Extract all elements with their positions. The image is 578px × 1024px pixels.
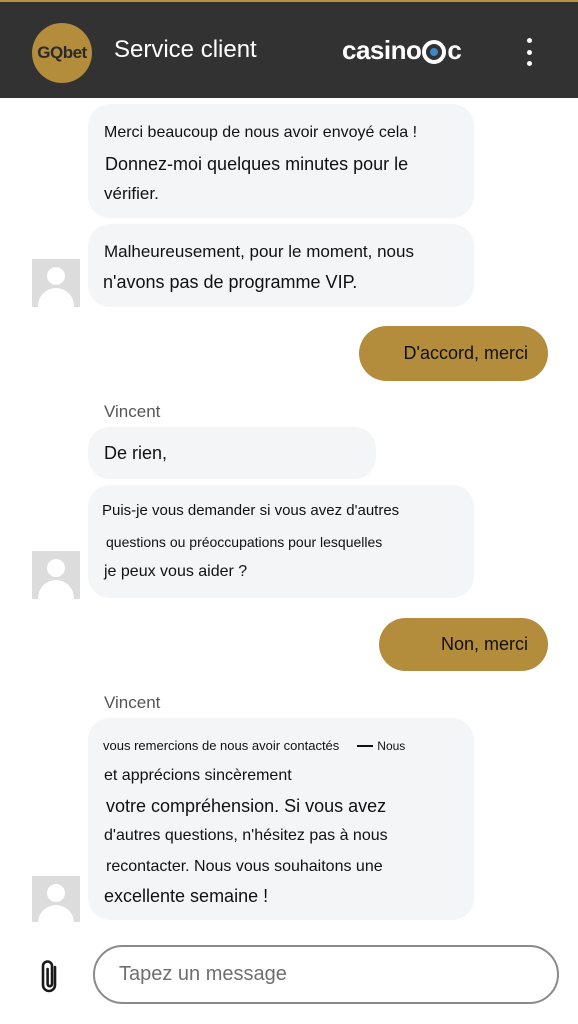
agent-avatar (32, 551, 80, 599)
agent-message-bubble: Puis-je vous demander si vous avez d'aut… (88, 485, 474, 598)
user-message-text: D'accord, merci (403, 343, 528, 363)
header-title: Service client (114, 36, 257, 63)
message-line: recontacter. Nous vous souhaitons une (106, 858, 383, 875)
agent-message-bubble: Malheureusement, pour le moment, nous n'… (88, 224, 474, 307)
agent-avatar (32, 259, 80, 307)
sender-name: Vincent (104, 693, 161, 712)
message-line: De rien, (104, 443, 168, 463)
message-input[interactable] (93, 945, 559, 1004)
message-line: excellente semaine ! (104, 886, 269, 906)
message-line: Merci beaucoup de nous avoir envoyé cela… (104, 124, 418, 141)
agent-message-bubble: Merci beaucoup de nous avoir envoyé cela… (88, 104, 474, 218)
message-line: questions ou préoccupations pour lesquel… (106, 534, 383, 550)
message-line: n'avons pas de programme VIP. (103, 272, 358, 292)
gqbet-logo: GQbet (32, 23, 92, 83)
logo-text: GQbet (37, 43, 87, 62)
message-line: je peux vous aider ? (104, 563, 248, 580)
message-line: vous remercions de nous avoir contactés N… (103, 738, 405, 753)
agent-message-bubble: vous remercions de nous avoir contactés N… (88, 718, 474, 920)
message-fragment: vous remercions de nous avoir contactés (103, 738, 340, 753)
brand-o-icon (422, 39, 447, 64)
message-fragment: Nous (377, 739, 406, 753)
message-line: Malheureusement, pour le moment, nous (104, 242, 414, 261)
message-line: et apprécions sincèrement (104, 767, 292, 784)
message-line: votre compréhension. Si vous avez (106, 796, 387, 816)
chat-header: GQbet Service client casino c (0, 0, 578, 98)
paperclip-icon[interactable] (36, 958, 64, 996)
kebab-menu-icon[interactable] (522, 38, 536, 66)
brand-text-suffix: c (447, 35, 462, 65)
message-line: d'autres questions, n'hésitez pas à nous (104, 827, 388, 844)
casinodoc-brand: casino c (342, 35, 462, 66)
user-message-text: Non, merci (440, 634, 528, 654)
user-message-bubble: Non, merci (379, 618, 548, 671)
sender-name: Vincent (104, 402, 161, 421)
user-message-bubble: D'accord, merci (359, 326, 548, 381)
agent-avatar (32, 876, 80, 922)
agent-message-bubble: De rien, (88, 427, 376, 479)
message-line: Puis-je vous demander si vous avez d'aut… (102, 502, 400, 519)
brand-text-prefix: casino (342, 35, 422, 65)
message-line: vérifier. (104, 184, 159, 203)
message-line: Donnez-moi quelques minutes pour le (105, 154, 409, 174)
